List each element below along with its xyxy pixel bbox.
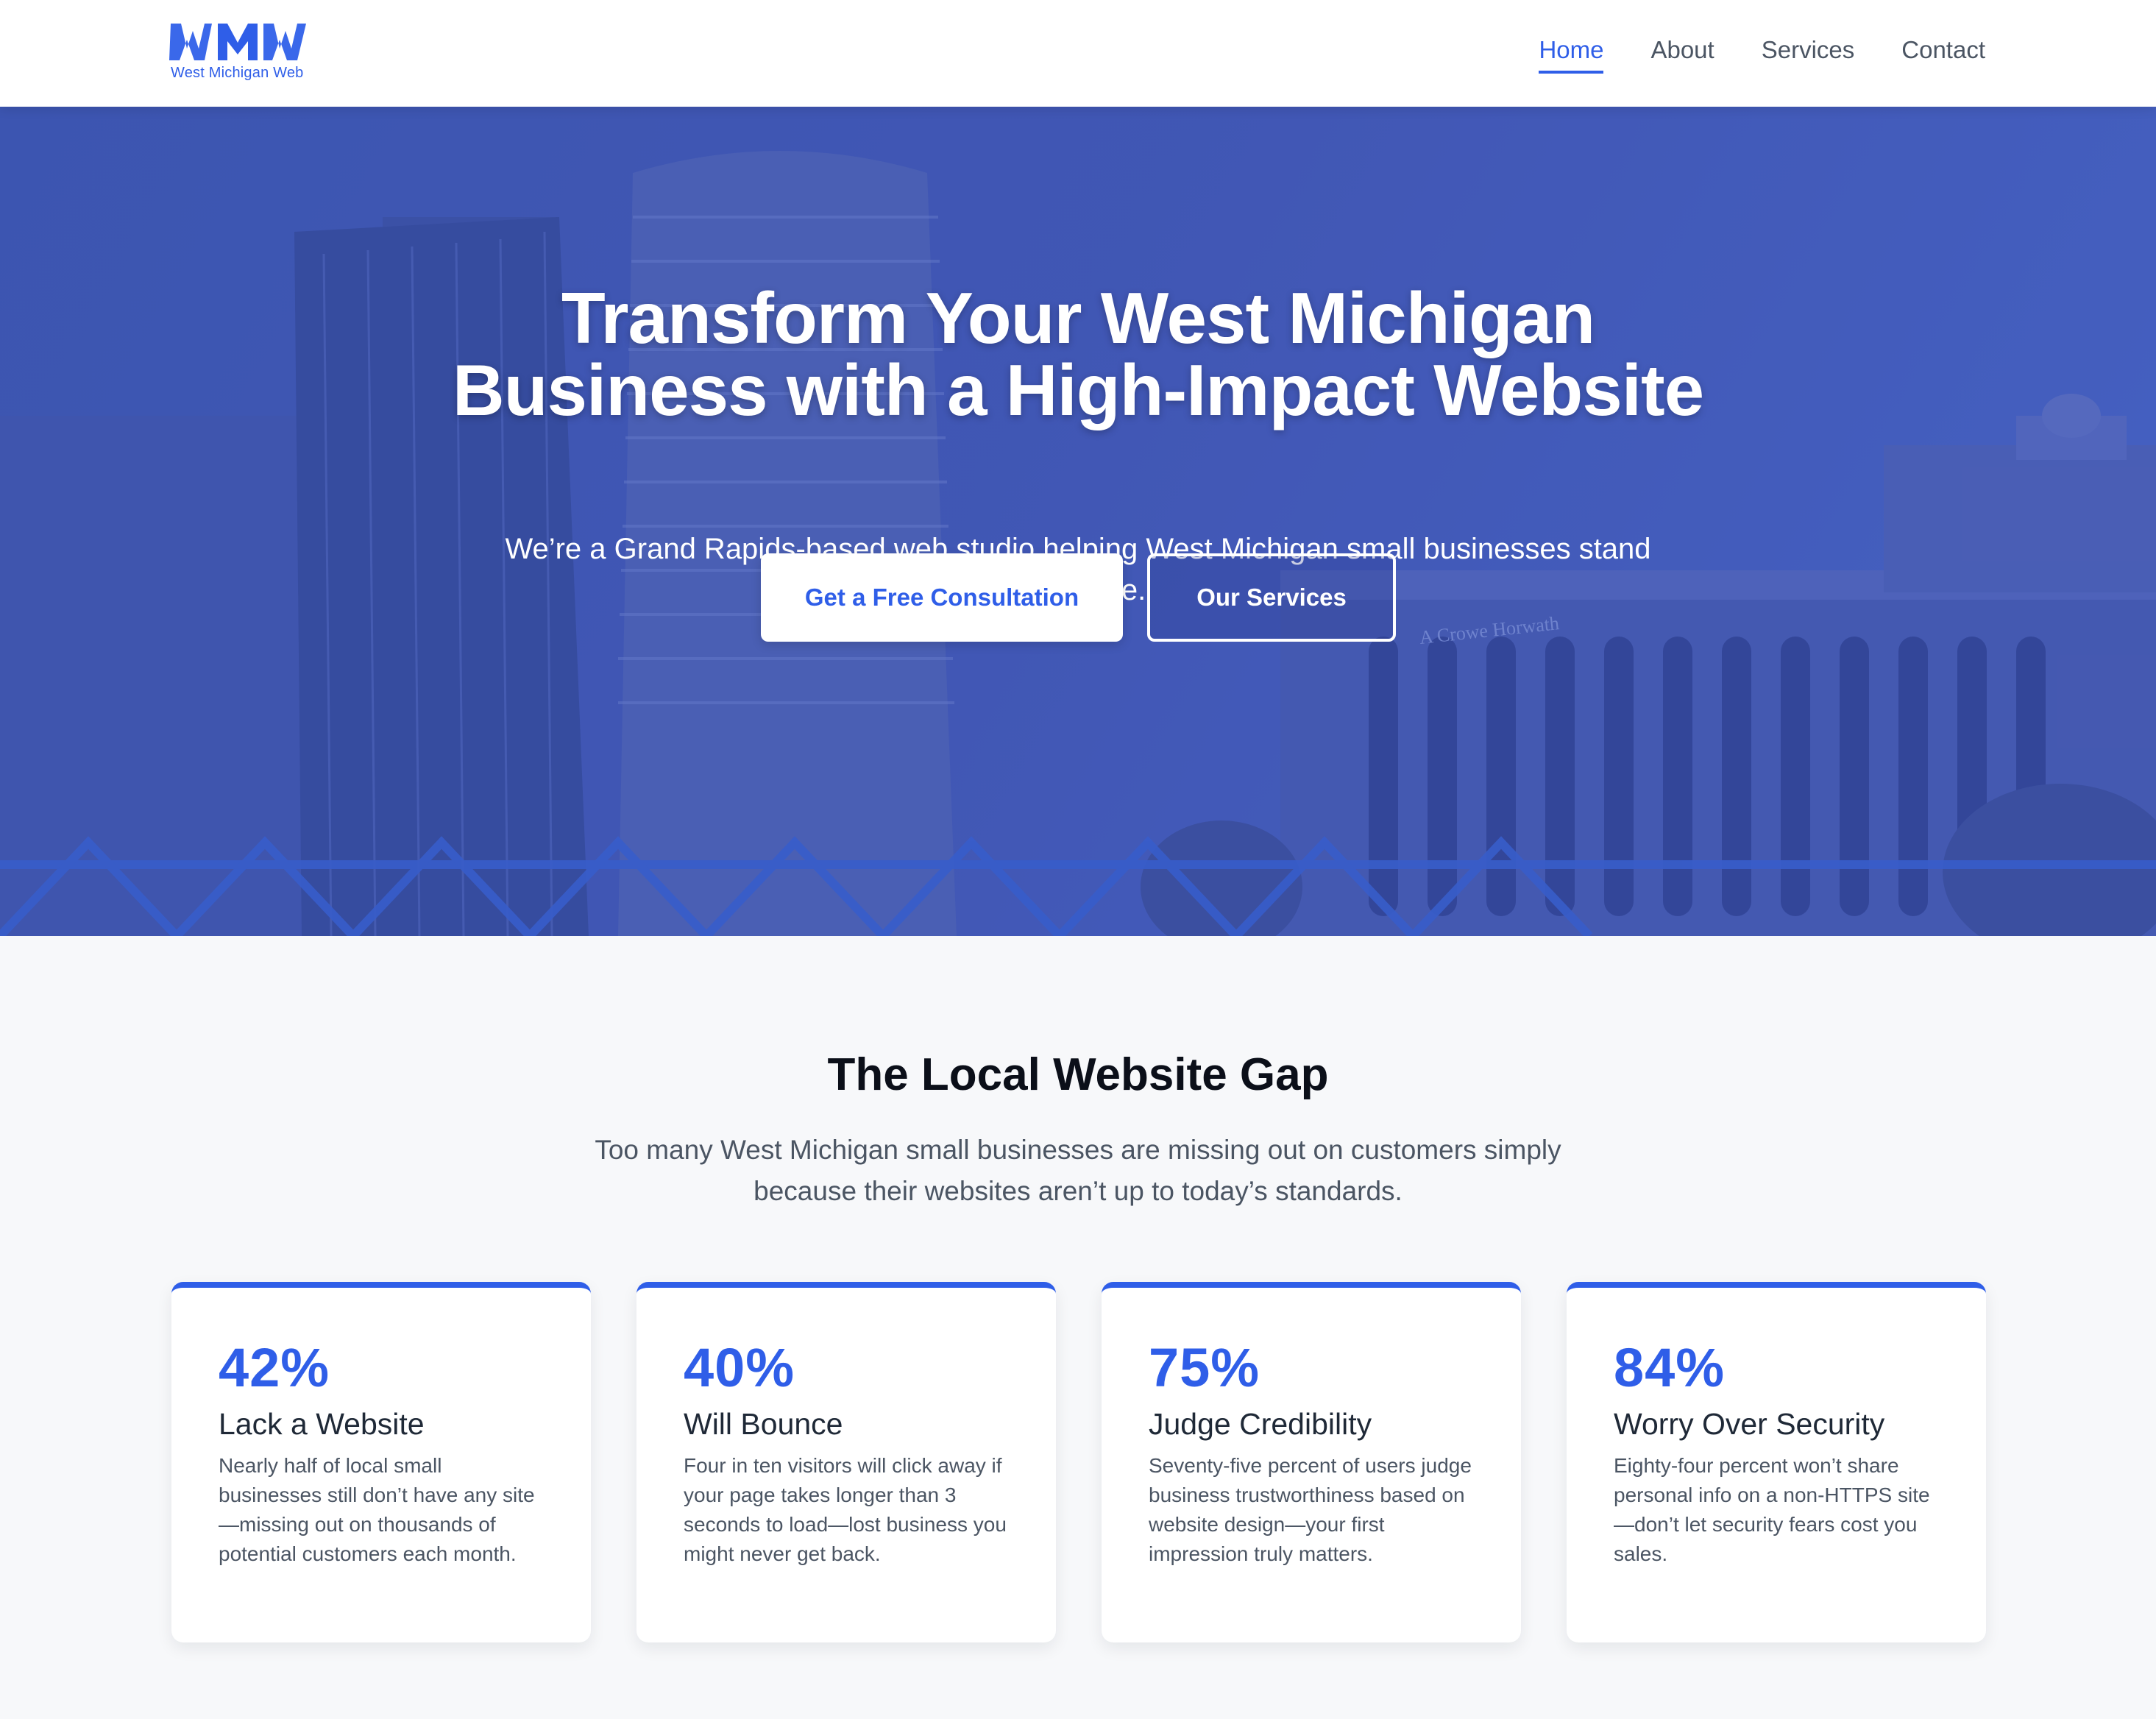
stat-title: Will Bounce (684, 1407, 843, 1441)
logo[interactable]: West Michigan Web (169, 21, 309, 85)
nav-services[interactable]: Services (1762, 35, 1855, 74)
stat-card: 42% Lack a Website Nearly half of local … (171, 1282, 591, 1642)
stat-card: 75% Judge Credibility Seventy-five perce… (1102, 1282, 1521, 1642)
stat-title: Worry Over Security (1614, 1407, 1885, 1441)
stat-value: 84% (1614, 1337, 1726, 1398)
stat-value: 42% (219, 1337, 330, 1398)
site-header: West Michigan Web Home About Services Co… (0, 0, 2156, 107)
wmw-logo-icon (169, 24, 306, 60)
stat-title: Judge Credibility (1149, 1407, 1372, 1441)
hero-title: Transform Your West Michigan Business wi… (452, 277, 1704, 430)
gap-section-title: The Local Website Gap (827, 1049, 1329, 1100)
hero-section: A Crowe Horwath Transform Your West Mich… (0, 107, 2156, 936)
nav-contact[interactable]: Contact (1901, 35, 1985, 74)
stat-description: Nearly half of local small businesses st… (219, 1454, 535, 1565)
free-consultation-button[interactable]: Get a Free Consultation (761, 553, 1123, 642)
stat-card: 84% Worry Over Security Eighty-four perc… (1567, 1282, 1986, 1642)
stat-value: 40% (684, 1337, 795, 1398)
main-nav: Home About Services Contact (1539, 35, 1985, 74)
stat-card: 40% Will Bounce Four in ten visitors wil… (636, 1282, 1056, 1642)
our-services-button[interactable]: Our Services (1147, 553, 1396, 642)
nav-about[interactable]: About (1650, 35, 1714, 74)
stat-description: Seventy-five percent of users judge busi… (1149, 1454, 1472, 1565)
stat-description: Eighty-four percent won’t share personal… (1614, 1454, 1930, 1565)
hero-overlay (0, 107, 2156, 936)
stat-description: Four in ten visitors will click away if … (684, 1454, 1007, 1565)
stat-value: 75% (1149, 1337, 1260, 1398)
nav-home[interactable]: Home (1539, 35, 1604, 74)
logo-text: West Michigan Web (171, 65, 304, 81)
stat-title: Lack a Website (219, 1407, 425, 1441)
gap-section-subtitle: Too many West Michigan small businesses … (595, 1135, 1561, 1206)
